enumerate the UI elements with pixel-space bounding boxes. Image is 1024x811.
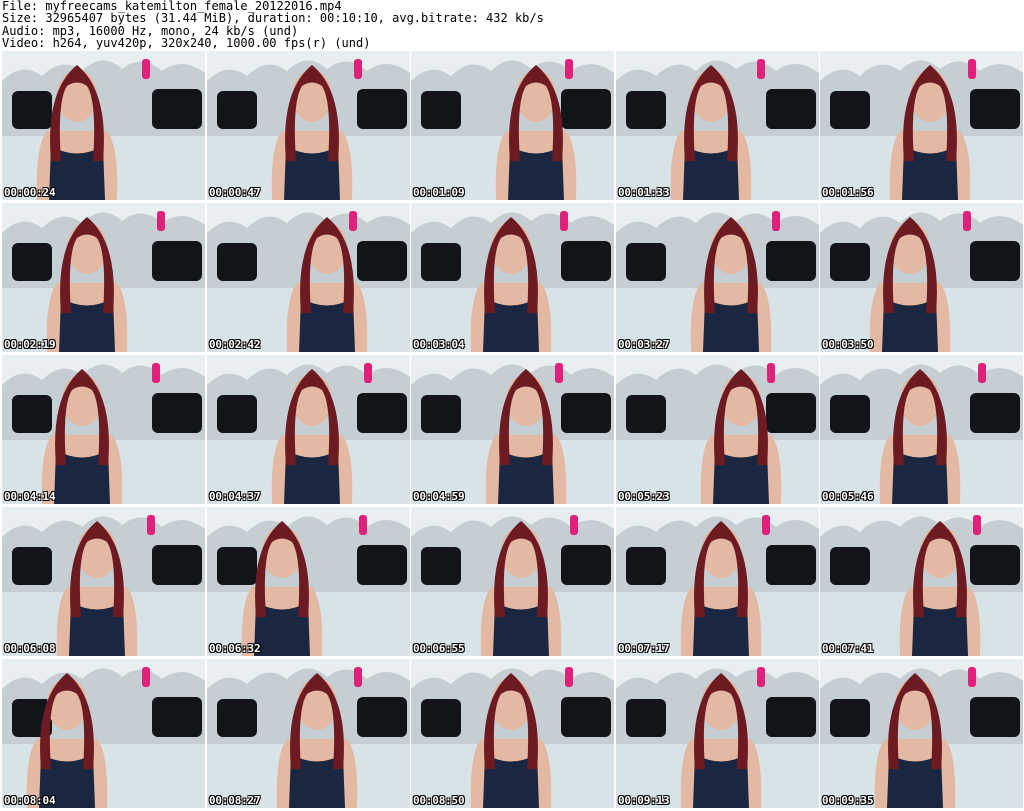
thumbnail-timestamp: 00:08:50	[413, 794, 465, 807]
thumbnail-timestamp: 00:09:13	[618, 794, 670, 807]
frame-image	[616, 203, 819, 352]
file-size-line: Size: 32965407 bytes (31.44 MiB), durati…	[2, 11, 544, 26]
video-info-line: Video: h264, yuv420p, 320x240, 1000.00 f…	[2, 35, 371, 50]
video-thumbnail[interactable]: 00:06:32	[207, 507, 410, 656]
video-thumbnail[interactable]: 00:02:42	[207, 203, 410, 352]
frame-image	[411, 203, 614, 352]
thumbnail-timestamp: 00:07:17	[618, 642, 670, 655]
thumbnail-timestamp: 00:04:37	[209, 490, 261, 503]
frame-image	[820, 51, 1023, 200]
frame-image	[616, 507, 819, 656]
thumbnail-timestamp: 00:03:50	[822, 338, 874, 351]
frame-image	[411, 507, 614, 656]
thumbnail-timestamp: 00:04:59	[413, 490, 465, 503]
frame-image	[411, 51, 614, 200]
frame-image	[2, 659, 205, 808]
thumbnail-timestamp: 00:09:35	[822, 794, 874, 807]
video-thumbnail[interactable]: 00:03:04	[411, 203, 614, 352]
thumbnail-timestamp: 00:08:27	[209, 794, 261, 807]
video-thumbnail[interactable]: 00:07:17	[616, 507, 819, 656]
video-thumbnail[interactable]: 00:06:08	[2, 507, 205, 656]
frame-image	[207, 51, 410, 200]
thumbnail-timestamp: 00:00:47	[209, 186, 261, 199]
video-thumbnail[interactable]: 00:07:41	[820, 507, 1023, 656]
frame-image	[2, 355, 205, 504]
video-thumbnail[interactable]: 00:06:55	[411, 507, 614, 656]
frame-image	[207, 355, 410, 504]
video-thumbnail[interactable]: 00:00:24	[2, 51, 205, 200]
thumbnail-timestamp: 00:06:32	[209, 642, 261, 655]
video-thumbnail[interactable]: 00:00:47	[207, 51, 410, 200]
video-thumbnail[interactable]: 00:08:50	[411, 659, 614, 808]
video-thumbnail[interactable]: 00:04:14	[2, 355, 205, 504]
frame-image	[820, 355, 1023, 504]
video-thumbnail[interactable]: 00:08:27	[207, 659, 410, 808]
video-thumbnail[interactable]: 00:08:04	[2, 659, 205, 808]
frame-image	[616, 51, 819, 200]
frame-image	[207, 659, 410, 808]
thumbnail-timestamp: 00:07:41	[822, 642, 874, 655]
thumbnail-timestamp: 00:05:23	[618, 490, 670, 503]
thumbnail-timestamp: 00:04:14	[4, 490, 56, 503]
frame-image	[820, 203, 1023, 352]
video-thumbnail[interactable]: 00:01:09	[411, 51, 614, 200]
thumbnail-timestamp: 00:01:33	[618, 186, 670, 199]
video-thumbnail[interactable]: 00:03:27	[616, 203, 819, 352]
thumbnail-timestamp: 00:01:56	[822, 186, 874, 199]
video-thumbnail[interactable]: 00:05:23	[616, 355, 819, 504]
file-info-header: File: myfreecams_katemilton_female_20122…	[2, 0, 1022, 50]
frame-image	[2, 51, 205, 200]
thumbnail-timestamp: 00:00:24	[4, 186, 56, 199]
thumbnail-timestamp: 00:05:46	[822, 490, 874, 503]
frame-image	[207, 507, 410, 656]
frame-image	[616, 355, 819, 504]
thumbnail-timestamp: 00:03:04	[413, 338, 465, 351]
frame-image	[2, 507, 205, 656]
thumbnail-timestamp: 00:01:09	[413, 186, 465, 199]
frame-image	[616, 659, 819, 808]
thumbnail-timestamp: 00:03:27	[618, 338, 670, 351]
video-thumbnail[interactable]: 00:01:56	[820, 51, 1023, 200]
thumbnail-timestamp: 00:02:42	[209, 338, 261, 351]
video-thumbnail[interactable]: 00:09:35	[820, 659, 1023, 808]
frame-image	[207, 203, 410, 352]
video-thumbnail[interactable]: 00:02:19	[2, 203, 205, 352]
frame-image	[820, 659, 1023, 808]
video-thumbnail[interactable]: 00:05:46	[820, 355, 1023, 504]
frame-image	[820, 507, 1023, 656]
video-thumbnail[interactable]: 00:04:37	[207, 355, 410, 504]
frame-image	[2, 203, 205, 352]
thumbnail-timestamp: 00:02:19	[4, 338, 56, 351]
video-thumbnail[interactable]: 00:04:59	[411, 355, 614, 504]
thumbnail-timestamp: 00:08:04	[4, 794, 56, 807]
thumbnail-timestamp: 00:06:08	[4, 642, 56, 655]
video-thumbnail[interactable]: 00:03:50	[820, 203, 1023, 352]
frame-image	[411, 659, 614, 808]
video-thumbnail[interactable]: 00:09:13	[616, 659, 819, 808]
thumbnail-grid: 00:00:24 00:00:47 00:01:09 00:01:33 00:01:56…	[0, 51, 1024, 811]
thumbnail-timestamp: 00:06:55	[413, 642, 465, 655]
video-thumbnail[interactable]: 00:01:33	[616, 51, 819, 200]
frame-image	[411, 355, 614, 504]
